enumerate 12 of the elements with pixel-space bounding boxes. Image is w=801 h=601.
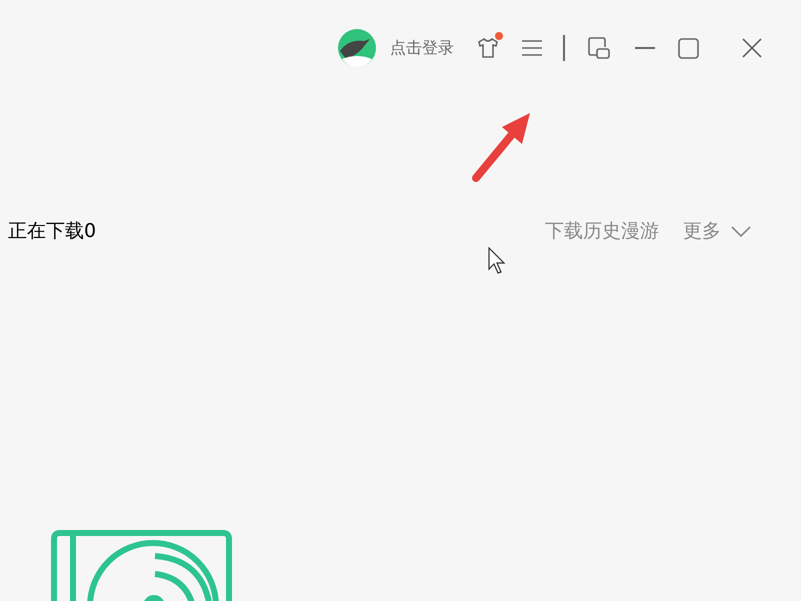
downloading-title: 正在下载0 (8, 218, 96, 244)
history-link[interactable]: 下载历史漫游 (545, 216, 659, 246)
close-icon[interactable] (742, 38, 762, 58)
avatar-icon[interactable] (338, 29, 376, 67)
menu-icon[interactable] (521, 39, 543, 57)
shirt-icon[interactable] (476, 36, 500, 60)
more-dropdown[interactable]: 更多 (683, 216, 751, 246)
chevron-down-icon (731, 226, 751, 236)
login-link[interactable]: 点击登录 (390, 36, 454, 60)
maximize-icon[interactable] (678, 38, 699, 58)
cursor-icon (488, 247, 508, 275)
mini-mode-icon[interactable] (588, 37, 610, 59)
